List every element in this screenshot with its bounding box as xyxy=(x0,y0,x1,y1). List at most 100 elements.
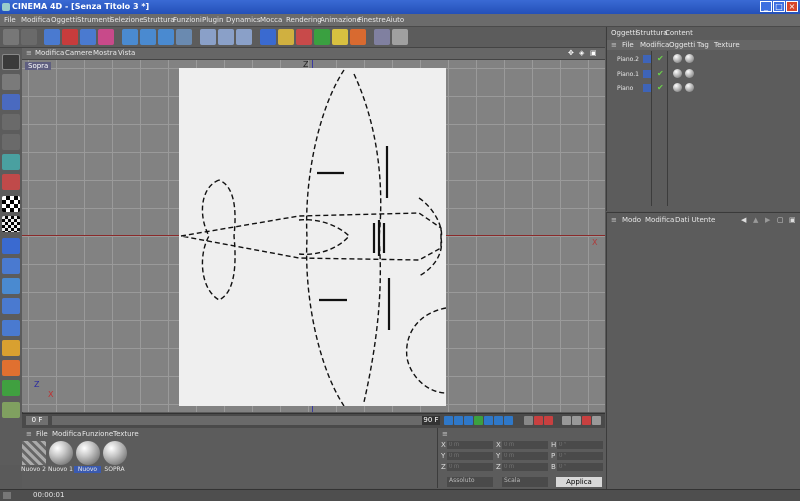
attribute-menu-dati-utente[interactable]: Dati Utente xyxy=(675,216,715,224)
size-x-field[interactable] xyxy=(502,441,548,449)
go-to-start-icon[interactable] xyxy=(444,416,453,425)
previous-key-icon[interactable] xyxy=(454,416,463,425)
object-enable-check-icon[interactable]: ✔ xyxy=(657,84,665,92)
object-visibility-icon[interactable] xyxy=(643,84,651,92)
render-picture-viewer-icon[interactable] xyxy=(218,29,234,45)
material-menu-funzione[interactable]: Funzione xyxy=(82,430,113,438)
mograph-icon[interactable] xyxy=(2,402,20,418)
timeline-start-frame[interactable]: 0 F xyxy=(26,416,48,425)
up-arrow-icon[interactable]: ▲ xyxy=(753,216,758,224)
light-icon[interactable] xyxy=(374,29,390,45)
material-swatch-sopra[interactable] xyxy=(103,441,127,465)
material-swatch-nuovo-1[interactable] xyxy=(49,441,73,465)
size-y-field[interactable] xyxy=(502,452,548,460)
object-menu-texture[interactable]: Texture xyxy=(714,41,740,49)
object-enable-check-icon[interactable]: ✔ xyxy=(657,55,665,63)
viewport-maximize-icon[interactable]: ▣ xyxy=(590,49,597,57)
layer-icon[interactable] xyxy=(2,380,20,396)
menu-oggetti[interactable]: Oggetti xyxy=(51,16,77,24)
use-points-tool-icon[interactable] xyxy=(2,94,20,110)
rotate-icon[interactable] xyxy=(98,29,114,45)
material-menu-texture[interactable]: Texture xyxy=(113,430,139,438)
menu-struttura[interactable]: Struttura xyxy=(143,16,175,24)
move-icon[interactable] xyxy=(62,29,78,45)
size-z-field[interactable] xyxy=(502,463,548,471)
grid-snap-icon[interactable] xyxy=(2,216,20,232)
menu-selezione[interactable]: Selezione xyxy=(110,16,144,24)
object-menu-file[interactable]: File xyxy=(622,41,634,49)
position-x-field[interactable] xyxy=(447,441,493,449)
viewport-menu-mostra[interactable]: Mostra xyxy=(93,49,117,57)
minimize-button[interactable]: _ xyxy=(760,1,772,12)
texture-tag-icon[interactable] xyxy=(673,54,682,63)
cube-primitive-icon[interactable] xyxy=(260,29,276,45)
coordinate-system-icon[interactable] xyxy=(176,29,192,45)
key-position-icon[interactable] xyxy=(562,416,571,425)
lock-icon[interactable]: ▢ xyxy=(777,216,784,224)
live-select-icon[interactable] xyxy=(44,29,60,45)
maximize-button[interactable]: □ xyxy=(773,1,785,12)
use-model-tool-icon[interactable] xyxy=(2,54,20,70)
material-swatch-nuovo-2[interactable] xyxy=(22,441,46,465)
back-arrow-icon[interactable]: ◀ xyxy=(741,216,746,224)
deformer-icon[interactable] xyxy=(332,29,348,45)
attribute-menu-modo[interactable]: Modo xyxy=(622,216,641,224)
next-frame-icon[interactable] xyxy=(484,416,493,425)
close-button[interactable]: × xyxy=(786,1,798,12)
snap-icon[interactable] xyxy=(2,278,20,294)
next-key-icon[interactable] xyxy=(494,416,503,425)
menu-finestre[interactable]: Finestre xyxy=(358,16,386,24)
tab-struttura[interactable]: Struttura xyxy=(636,29,668,37)
tab-content[interactable]: Content xyxy=(665,29,693,37)
x-axis-lock-icon[interactable] xyxy=(122,29,138,45)
object-visibility-icon[interactable] xyxy=(643,70,651,78)
previous-frame-icon[interactable] xyxy=(464,416,473,425)
use-object-tool-icon[interactable] xyxy=(2,74,20,90)
object-visibility-icon[interactable] xyxy=(643,55,651,63)
tweak-mode-icon[interactable] xyxy=(2,258,20,274)
viewport-top[interactable]: Sopra Z X Z X xyxy=(22,60,605,412)
viewport-menu-vista[interactable]: Vista xyxy=(118,49,135,57)
render-settings-icon[interactable] xyxy=(236,29,252,45)
use-edges-tool-icon[interactable] xyxy=(2,114,20,130)
nurbs-icon[interactable] xyxy=(296,29,312,45)
use-texture-tool-icon[interactable] xyxy=(2,174,20,190)
object-menu-tag[interactable]: Tag xyxy=(697,41,709,49)
menu-rendering[interactable]: Rendering xyxy=(286,16,322,24)
viewport-pan-icon[interactable]: ✥ xyxy=(568,49,574,57)
apply-button[interactable]: Applica xyxy=(556,477,602,487)
menu-strumenti[interactable]: Strumenti xyxy=(77,16,112,24)
menu-mocca[interactable]: Mocca xyxy=(260,16,282,24)
position-y-field[interactable] xyxy=(447,452,493,460)
key-scale-icon[interactable] xyxy=(572,416,581,425)
undo-icon[interactable] xyxy=(3,29,19,45)
forward-arrow-icon[interactable]: ▶ xyxy=(765,216,770,224)
scale-icon[interactable] xyxy=(80,29,96,45)
viewport-menu-camere[interactable]: Camere xyxy=(65,49,92,57)
texture-tag-icon[interactable] xyxy=(685,69,694,78)
reference-image-plane[interactable] xyxy=(179,68,447,407)
menu-animazione[interactable]: Animazione xyxy=(320,16,361,24)
timeline-end-frame[interactable]: 90 F xyxy=(422,416,440,425)
texture-tag-icon[interactable] xyxy=(673,69,682,78)
size-mode-select[interactable]: Scala xyxy=(502,477,548,487)
sculpt-icon[interactable] xyxy=(2,360,20,376)
animation-mode-icon[interactable] xyxy=(2,238,20,254)
workplane-icon[interactable] xyxy=(2,298,20,314)
rotation-p-field[interactable] xyxy=(557,452,603,460)
camera-icon[interactable] xyxy=(392,29,408,45)
tab-oggetti[interactable]: Oggetti xyxy=(611,29,637,37)
material-menu-modifica[interactable]: Modifica xyxy=(52,430,81,438)
material-swatch-nuovo[interactable] xyxy=(76,441,100,465)
key-parameter-icon[interactable] xyxy=(592,416,601,425)
viewport-zoom-icon[interactable]: ◈ xyxy=(579,49,584,57)
checker-icon[interactable] xyxy=(2,196,20,212)
menu-aiuto[interactable]: Aiuto xyxy=(386,16,404,24)
go-to-end-icon[interactable] xyxy=(504,416,513,425)
object-menu-modifica[interactable]: Modifica xyxy=(640,41,669,49)
redo-icon[interactable] xyxy=(21,29,37,45)
menu-dynamics[interactable]: Dynamics xyxy=(226,16,261,24)
record-position-icon[interactable] xyxy=(524,416,533,425)
viewport-menu-modifica[interactable]: Modifica xyxy=(35,49,64,57)
texture-tag-icon[interactable] xyxy=(685,83,694,92)
